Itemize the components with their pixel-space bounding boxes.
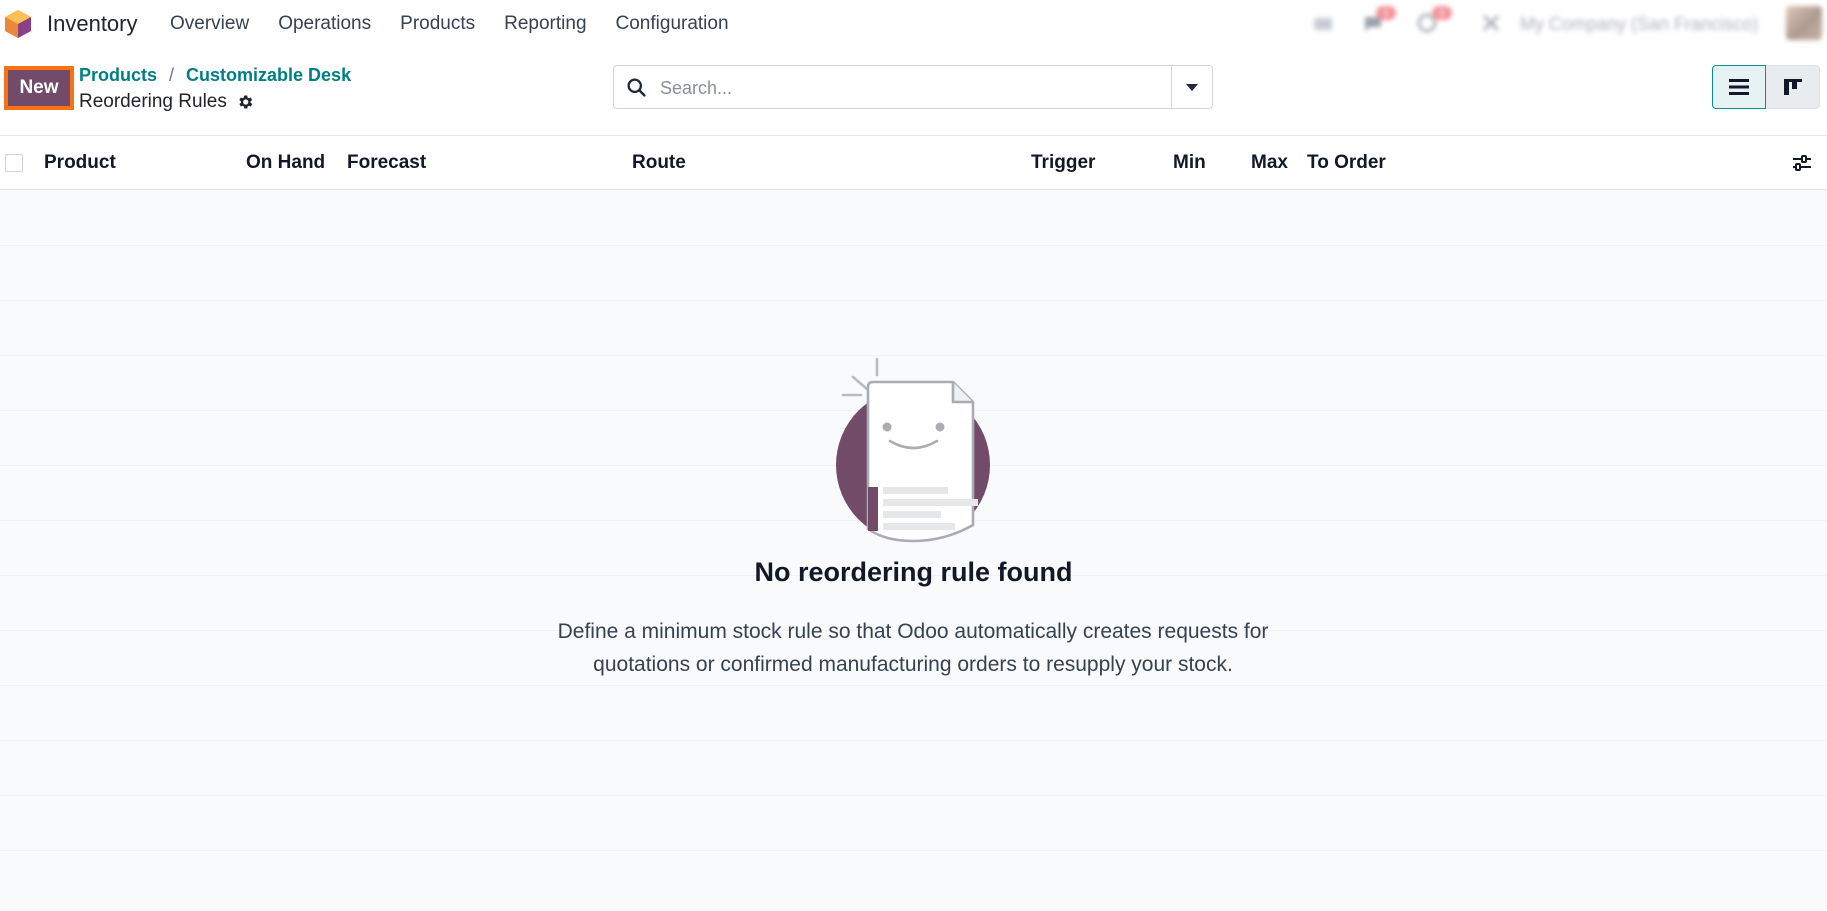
column-header-product[interactable]: Product	[44, 152, 116, 174]
new-button[interactable]: New	[4, 66, 74, 110]
ghost-row-divider	[0, 740, 1827, 741]
main-menu: Overview Operations Products Reporting C…	[170, 13, 758, 35]
empty-state-description: Define a minimum stock rule so that Odoo…	[513, 615, 1313, 681]
app-name[interactable]: Inventory	[47, 11, 138, 37]
optional-columns-icon[interactable]	[1791, 153, 1813, 173]
list-view-icon	[1729, 79, 1749, 95]
page-title: Reordering Rules	[79, 91, 254, 113]
control-panel: New Products / Customizable Desk Reorderin…	[0, 47, 1827, 136]
column-header-max[interactable]: Max	[1251, 152, 1288, 174]
kanban-view-icon	[1783, 79, 1802, 95]
column-header-to-order[interactable]: To Order	[1307, 152, 1386, 174]
breadcrumb-separator: /	[169, 65, 175, 85]
list-header: Product On Hand Forecast Route Trigger M…	[0, 136, 1827, 190]
column-header-on-hand[interactable]: On Hand	[246, 152, 325, 174]
search-bar	[613, 65, 1213, 109]
kanban-view-button[interactable]	[1766, 65, 1820, 109]
page-title-text: Reordering Rules	[79, 91, 227, 112]
menu-item-overview[interactable]: Overview	[170, 13, 249, 35]
breadcrumb-item-products[interactable]: Products	[79, 65, 157, 85]
gear-icon[interactable]	[236, 93, 254, 111]
menu-item-products[interactable]: Products	[400, 13, 475, 35]
empty-state-title: No reordering rule found	[754, 557, 1073, 587]
debug-icon[interactable]	[1312, 12, 1334, 34]
search-icon	[627, 78, 646, 97]
ghost-row-divider	[0, 850, 1827, 851]
select-all-checkbox[interactable]	[5, 154, 23, 172]
empty-state-description-line: Define a minimum stock rule so that Odoo…	[557, 620, 1269, 643]
breadcrumb-item-customizable-desk[interactable]: Customizable Desk	[186, 65, 351, 85]
column-header-route[interactable]: Route	[632, 152, 686, 174]
column-header-min[interactable]: Min	[1173, 152, 1206, 174]
switch-company-icon[interactable]	[1480, 12, 1502, 34]
user-avatar[interactable]	[1786, 6, 1822, 40]
company-switcher[interactable]: My Company (San Francisco)	[1520, 14, 1758, 35]
ghost-row-divider	[0, 795, 1827, 796]
search-input[interactable]	[658, 72, 1062, 104]
breadcrumb: Products / Customizable Desk	[79, 65, 351, 86]
ghost-row-divider	[0, 300, 1827, 301]
app-logo-icon[interactable]	[4, 9, 32, 39]
activities-badge: 8	[1432, 6, 1452, 20]
messages-badge: 5	[1376, 6, 1396, 20]
chevron-down-icon	[1186, 84, 1198, 91]
column-header-forecast[interactable]: Forecast	[347, 152, 426, 174]
ghost-row-divider	[0, 245, 1827, 246]
ghost-row-divider	[0, 685, 1827, 686]
menu-item-operations[interactable]: Operations	[278, 13, 371, 35]
menu-item-configuration[interactable]: Configuration	[616, 13, 729, 35]
menu-item-reporting[interactable]: Reporting	[504, 13, 586, 35]
column-header-trigger[interactable]: Trigger	[1031, 152, 1095, 174]
list-view-button[interactable]	[1712, 65, 1766, 109]
top-navbar: Inventory Overview Operations Products R…	[0, 0, 1827, 47]
search-options-toggle[interactable]	[1171, 66, 1212, 108]
empty-document-illustration-icon	[836, 357, 990, 543]
list-body	[0, 190, 1827, 911]
empty-state-description-line: quotations or confirmed manufacturing or…	[593, 653, 1233, 676]
view-switcher	[1712, 65, 1820, 109]
